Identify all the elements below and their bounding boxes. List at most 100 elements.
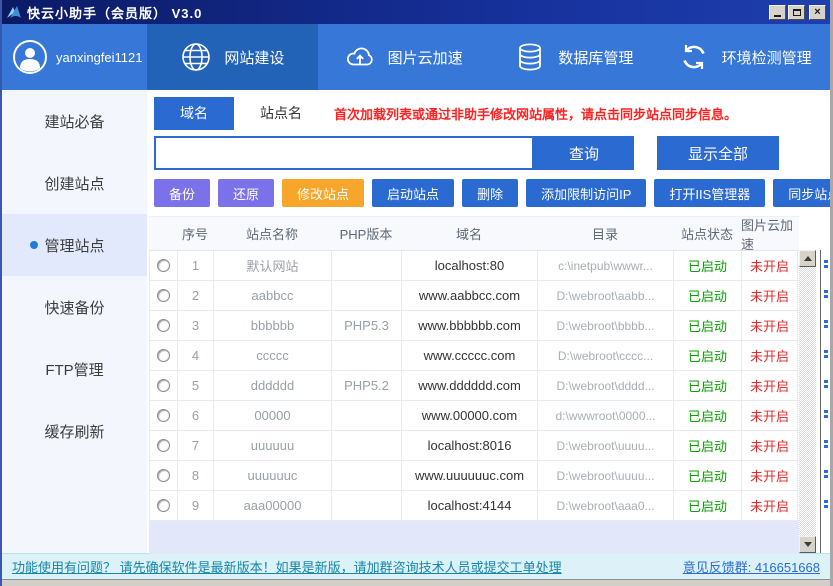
table-row[interactable]: 4 ccccc www.ccccc.com D:\webroot\cccc...… — [149, 341, 799, 371]
cell-domain: www.00000.com — [402, 401, 538, 430]
cell-status: 已启动 — [674, 311, 742, 340]
cell-status: 已启动 — [674, 401, 742, 430]
maximize-icon — [793, 9, 801, 16]
cell-domain: www.ccccc.com — [402, 341, 538, 370]
nav-tabs: 网站建设 图片云加速 数据库管理 环境检测管理 — [147, 24, 830, 90]
cell-status: 已启动 — [674, 431, 742, 460]
app-window: 快云小助手（会员版） V3.0 × yanxingfei1121 网站建设 — [0, 0, 833, 586]
cell-cdn-status: 未开启 — [742, 461, 798, 490]
minimize-button[interactable] — [769, 5, 786, 20]
action-button[interactable]: 修改站点 — [282, 179, 364, 207]
cell-status: 已启动 — [674, 341, 742, 370]
cell-site-name: 默认网站 — [214, 251, 332, 280]
close-button[interactable]: × — [809, 5, 826, 20]
nav-tab-database[interactable]: 数据库管理 — [489, 24, 660, 90]
cell-site-name: bbbbbb — [214, 311, 332, 340]
scroll-down-button[interactable] — [799, 536, 816, 553]
cell-cdn-status: 未开启 — [742, 371, 798, 400]
action-button[interactable]: 删除 — [462, 179, 518, 207]
sidebar-item-manage-site[interactable]: 管理站点 — [2, 214, 147, 276]
action-button[interactable]: 打开IIS管理器 — [654, 179, 765, 207]
cell-no: 5 — [178, 371, 214, 400]
row-radio[interactable] — [157, 499, 170, 512]
action-button[interactable]: 备份 — [154, 179, 210, 207]
row-radio[interactable] — [157, 469, 170, 482]
row-radio[interactable] — [157, 289, 170, 302]
cell-php-version: PHP5.2 — [332, 371, 402, 400]
action-button[interactable]: 同步站点 — [773, 179, 833, 207]
main-panel: 域名 站点名 首次加载列表或通过非助手修改网站属性，请点击同步站点同步信息。 查… — [147, 90, 833, 553]
table-header: 序号 站点名称 PHP版本 域名 目录 站点状态 图片云加速 — [149, 216, 799, 251]
cell-php-version — [332, 491, 402, 520]
tab-domain[interactable]: 域名 — [154, 97, 234, 130]
nav-tab-env-check[interactable]: 环境检测管理 — [659, 24, 830, 90]
top-navbar: yanxingfei1121 网站建设 图片云加速 数据库管理 — [2, 24, 830, 90]
maximize-button[interactable] — [788, 5, 805, 20]
cell-cdn-status: 未开启 — [742, 311, 798, 340]
action-button[interactable]: 添加限制访问IP — [526, 179, 646, 207]
cell-no: 8 — [178, 461, 214, 490]
sidebar-item-ftp[interactable]: FTP管理 — [2, 338, 147, 400]
table-row[interactable]: 7 uuuuuu localhost:8016 D:\webroot\uuuu.… — [149, 431, 799, 461]
nav-tab-image-cdn[interactable]: 图片云加速 — [318, 24, 489, 90]
table-row[interactable]: 3 bbbbbb PHP5.3 www.bbbbbb.com D:\webroo… — [149, 311, 799, 341]
sidebar-item-cache-refresh[interactable]: 缓存刷新 — [2, 400, 147, 462]
cell-cdn-status: 未开启 — [742, 341, 798, 370]
query-button[interactable]: 查询 — [534, 136, 634, 170]
col-header-site-name: 站点名称 — [213, 224, 331, 243]
cell-domain: localhost:8016 — [402, 431, 538, 460]
row-radio[interactable] — [157, 409, 170, 422]
feedback-group-link[interactable]: 意见反馈群: 416651668 — [683, 557, 820, 576]
sidebar-item-site-essentials[interactable]: 建站必备 — [2, 90, 147, 152]
table-row[interactable]: 2 aabbcc www.aabbcc.com D:\webroot\aabb.… — [149, 281, 799, 311]
sidebar-item-quick-backup[interactable]: 快速备份 — [2, 276, 147, 338]
row-radio[interactable] — [157, 259, 170, 272]
row-radio[interactable] — [157, 319, 170, 332]
cell-site-name: uuuuuu — [214, 431, 332, 460]
show-all-button[interactable]: 显示全部 — [657, 136, 779, 170]
table-row[interactable]: 1 默认网站 localhost:80 c:\inetpub\wwwr... 已… — [149, 251, 799, 281]
col-header-cdn: 图片云加速 — [741, 215, 797, 253]
title-bar[interactable]: 快云小助手（会员版） V3.0 × — [2, 0, 830, 24]
scrollbar-track[interactable] — [799, 267, 816, 536]
sidebar-item-create-site[interactable]: 创建站点 — [2, 152, 147, 214]
active-dot-icon — [30, 241, 38, 249]
cell-status: 已启动 — [674, 461, 742, 490]
nav-tab-website-build[interactable]: 网站建设 — [147, 24, 318, 90]
search-input[interactable] — [154, 136, 534, 170]
cell-no: 7 — [178, 431, 214, 460]
cell-site-name: dddddd — [214, 371, 332, 400]
cell-directory: D:\webroot\bbbb... — [538, 311, 674, 340]
action-button[interactable]: 启动站点 — [372, 179, 454, 207]
table-row[interactable]: 6 00000 www.00000.com d:\wwwroot\0000...… — [149, 401, 799, 431]
user-account[interactable]: yanxingfei1121 — [2, 24, 147, 90]
cell-domain: localhost:4144 — [402, 491, 538, 520]
cell-no: 3 — [178, 311, 214, 340]
scroll-up-button[interactable] — [799, 250, 816, 267]
window-title: 快云小助手（会员版） V3.0 — [27, 3, 202, 22]
col-header-status: 站点状态 — [673, 224, 741, 243]
table-row[interactable]: 8 uuuuuuc www.uuuuuuc.com D:\webroot\uuu… — [149, 461, 799, 491]
cell-directory: D:\webroot\cccc... — [538, 341, 674, 370]
help-link[interactable]: 功能使用有问题？ 请先确保软件是最新版本！如果是新版，请加群咨询技术人员或提交工… — [12, 557, 562, 576]
app-body: 建站必备 创建站点 管理站点 快速备份 FTP管理 缓存刷新 域名 站点名 首次… — [2, 90, 830, 553]
table-row[interactable]: 9 aaa00000 localhost:4144 D:\webroot\aaa… — [149, 491, 799, 521]
table-row[interactable]: 5 dddddd PHP5.2 www.dddddd.com D:\webroo… — [149, 371, 799, 401]
cell-site-name: uuuuuuc — [214, 461, 332, 490]
col-header-php: PHP版本 — [331, 224, 401, 243]
search-row: 查询 显示全部 — [154, 136, 833, 170]
cell-cdn-status: 未开启 — [742, 401, 798, 430]
row-radio[interactable] — [157, 439, 170, 452]
cell-directory: D:\webroot\aabb... — [538, 281, 674, 310]
vertical-scrollbar — [799, 250, 816, 553]
tab-site-name[interactable]: 站点名 — [234, 97, 328, 130]
action-button-row: 备份 还原 修改站点 启动站点 删除 添加限制访问IP 打开IIS管理器 同步站… — [154, 179, 833, 207]
cell-status: 已启动 — [674, 251, 742, 280]
row-radio[interactable] — [157, 379, 170, 392]
action-button[interactable]: 还原 — [218, 179, 274, 207]
row-radio[interactable] — [157, 349, 170, 362]
cell-php-version — [332, 251, 402, 280]
minimize-icon — [774, 15, 781, 17]
cell-directory: D:\webroot\uuuu... — [538, 431, 674, 460]
cell-site-name: aaa00000 — [214, 491, 332, 520]
